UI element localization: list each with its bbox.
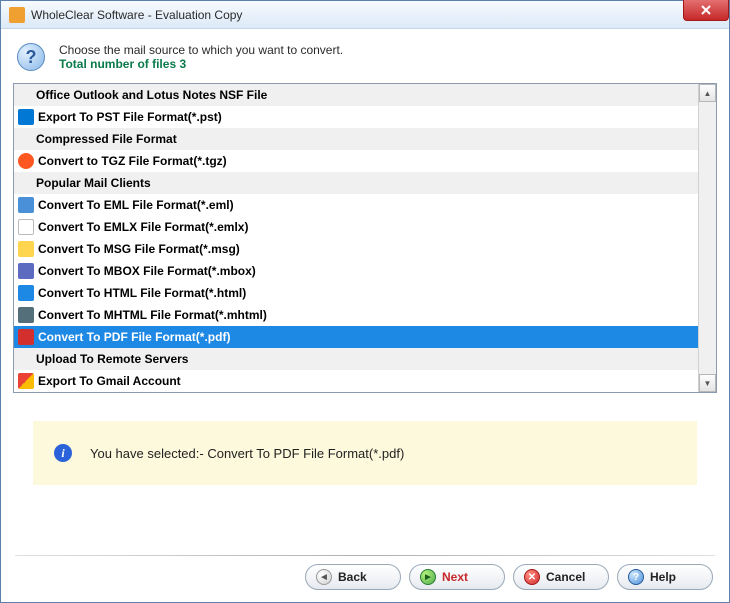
- selection-info-box: i You have selected:- Convert To PDF Fil…: [33, 421, 697, 485]
- list-section-header: Popular Mail Clients: [14, 172, 698, 194]
- info-icon: i: [54, 444, 72, 462]
- ico-tgz-icon: [18, 153, 34, 169]
- scroll-track[interactable]: [699, 102, 716, 374]
- ico-gmail-icon: [18, 373, 34, 389]
- ico-emlx-icon: [18, 219, 34, 235]
- list-item-label: Convert To MBOX File Format(*.mbox): [38, 264, 256, 278]
- list-item[interactable]: Convert To EML File Format(*.eml): [14, 194, 698, 216]
- list-item-label: Convert To PDF File Format(*.pdf): [38, 330, 230, 344]
- next-button[interactable]: ► Next: [409, 564, 505, 590]
- list-section-header: Upload To Remote Servers: [14, 348, 698, 370]
- list-item[interactable]: Convert To EMLX File Format(*.emlx): [14, 216, 698, 238]
- list-item[interactable]: Convert To HTML File Format(*.html): [14, 282, 698, 304]
- list-item[interactable]: Convert To PDF File Format(*.pdf): [14, 326, 698, 348]
- list-item[interactable]: Convert To MBOX File Format(*.mbox): [14, 260, 698, 282]
- list-item-label: Upload To Remote Servers: [18, 352, 188, 366]
- list-item[interactable]: Convert to TGZ File Format(*.tgz): [14, 150, 698, 172]
- titlebar: WholeClear Software - Evaluation Copy: [1, 1, 729, 29]
- app-window: WholeClear Software - Evaluation Copy ? …: [0, 0, 730, 603]
- ico-mbox-icon: [18, 263, 34, 279]
- list-item-label: Convert To EML File Format(*.eml): [38, 198, 234, 212]
- cancel-icon: ✕: [524, 569, 540, 585]
- content-area: ? Choose the mail source to which you wa…: [1, 29, 729, 602]
- ico-eml-icon: [18, 197, 34, 213]
- back-button[interactable]: ◄ Back: [305, 564, 401, 590]
- help-icon: ?: [17, 43, 45, 71]
- format-list[interactable]: Office Outlook and Lotus Notes NSF File E…: [14, 84, 698, 392]
- ico-mhtml-icon: [18, 307, 34, 323]
- selection-info-text: You have selected:- Convert To PDF File …: [90, 446, 404, 461]
- cancel-button[interactable]: ✕ Cancel: [513, 564, 609, 590]
- scroll-down-button[interactable]: ▼: [699, 374, 716, 392]
- ico-msg-icon: [18, 241, 34, 257]
- spacer: [13, 505, 717, 555]
- list-item-label: Convert To MHTML File Format(*.mhtml): [38, 308, 267, 322]
- wizard-header: ? Choose the mail source to which you wa…: [13, 39, 717, 83]
- list-item-label: Convert To EMLX File Format(*.emlx): [38, 220, 248, 234]
- footer-divider: [15, 555, 715, 556]
- app-icon: [9, 7, 25, 23]
- ico-html-icon: [18, 285, 34, 301]
- cancel-label: Cancel: [546, 570, 585, 584]
- close-icon: [700, 4, 712, 16]
- help-small-icon: ?: [628, 569, 644, 585]
- scroll-up-button[interactable]: ▲: [699, 84, 716, 102]
- footer-buttons: ◄ Back ► Next ✕ Cancel ? Help: [13, 562, 717, 594]
- next-icon: ►: [420, 569, 436, 585]
- close-button[interactable]: [683, 0, 729, 21]
- window-title: WholeClear Software - Evaluation Copy: [31, 8, 242, 22]
- list-item-label: Compressed File Format: [18, 132, 177, 146]
- list-item[interactable]: Export To PST File Format(*.pst): [14, 106, 698, 128]
- back-label: Back: [338, 570, 367, 584]
- next-label: Next: [442, 570, 468, 584]
- list-item-label: Convert To HTML File Format(*.html): [38, 286, 246, 300]
- list-item-label: Export To PST File Format(*.pst): [38, 110, 222, 124]
- list-item[interactable]: Export To Gmail Account: [14, 370, 698, 392]
- list-section-header: Office Outlook and Lotus Notes NSF File: [14, 84, 698, 106]
- list-section-header: Compressed File Format: [14, 128, 698, 150]
- list-item-label: Popular Mail Clients: [18, 176, 151, 190]
- list-item-label: Office Outlook and Lotus Notes NSF File: [18, 88, 267, 102]
- list-item[interactable]: Convert To MHTML File Format(*.mhtml): [14, 304, 698, 326]
- file-count-text: Total number of files 3: [59, 57, 343, 71]
- header-text: Choose the mail source to which you want…: [59, 43, 343, 71]
- help-label: Help: [650, 570, 676, 584]
- list-item-label: Convert to TGZ File Format(*.tgz): [38, 154, 227, 168]
- ico-pdf-icon: [18, 329, 34, 345]
- back-icon: ◄: [316, 569, 332, 585]
- list-item[interactable]: Convert To MSG File Format(*.msg): [14, 238, 698, 260]
- instruction-text: Choose the mail source to which you want…: [59, 43, 343, 57]
- scrollbar[interactable]: ▲ ▼: [698, 84, 716, 392]
- list-item-label: Export To Gmail Account: [38, 374, 181, 388]
- format-list-container: Office Outlook and Lotus Notes NSF File E…: [13, 83, 717, 393]
- help-button[interactable]: ? Help: [617, 564, 713, 590]
- ico-outlook-icon: [18, 109, 34, 125]
- list-item-label: Convert To MSG File Format(*.msg): [38, 242, 240, 256]
